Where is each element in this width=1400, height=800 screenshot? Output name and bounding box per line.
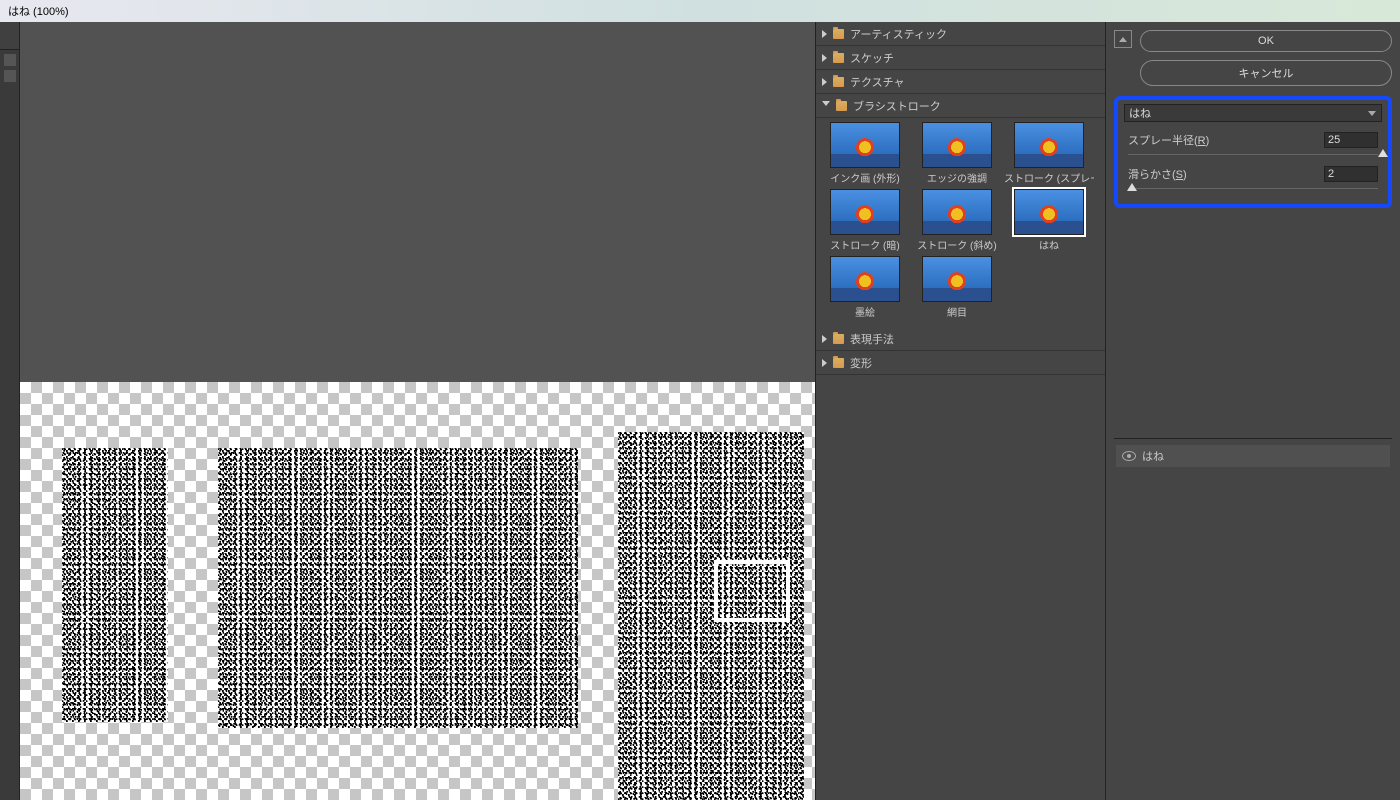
- filter-thumb[interactable]: ストローク (斜め): [912, 189, 1002, 252]
- category-row[interactable]: ブラシストローク: [816, 94, 1105, 118]
- expand-button[interactable]: [1114, 30, 1132, 48]
- filter-thumb[interactable]: ストローク (スプレー): [1004, 122, 1094, 185]
- category-label: ブラシストローク: [853, 98, 941, 114]
- window-title: はね (100%): [8, 6, 69, 18]
- category-label: 変形: [850, 355, 872, 371]
- layer-label: はね: [1142, 448, 1164, 464]
- settings-panel: OK キャンセル はね スプレー半径(R) 滑らかさ(S): [1105, 22, 1400, 800]
- category-label: スケッチ: [850, 50, 894, 66]
- left-rail: [0, 22, 20, 800]
- filter-thumb[interactable]: 網目: [912, 256, 1002, 319]
- folder-icon: [833, 29, 844, 39]
- category-row[interactable]: スケッチ: [816, 46, 1105, 70]
- ok-button[interactable]: OK: [1140, 30, 1392, 52]
- folder-icon: [833, 334, 844, 344]
- folder-icon: [833, 358, 844, 368]
- chevron-up-icon: [1119, 37, 1127, 42]
- category-row[interactable]: テクスチャ: [816, 70, 1105, 94]
- cancel-button[interactable]: キャンセル: [1140, 60, 1392, 86]
- category-row[interactable]: アーティスティック: [816, 22, 1105, 46]
- folder-icon: [836, 101, 847, 111]
- preview-shape: [62, 448, 168, 722]
- layer-row[interactable]: はね: [1116, 445, 1390, 467]
- filter-thumb[interactable]: はね: [1004, 189, 1094, 252]
- preview-shape: [714, 560, 790, 622]
- rail-btn[interactable]: [4, 54, 16, 66]
- spray-radius-slider[interactable]: [1118, 148, 1388, 160]
- spray-radius-input[interactable]: [1324, 132, 1378, 148]
- category-row[interactable]: 表現手法: [816, 327, 1105, 351]
- category-label: アーティスティック: [850, 26, 947, 42]
- filter-gallery: アーティスティック スケッチ テクスチャ ブラシストローク インク画 (外形) …: [815, 22, 1105, 800]
- preview-canvas: [20, 382, 815, 800]
- category-row[interactable]: 変形: [816, 351, 1105, 375]
- category-label: 表現手法: [850, 331, 894, 347]
- params-highlight: はね スプレー半径(R) 滑らかさ(S): [1114, 96, 1392, 208]
- folder-icon: [833, 77, 844, 87]
- filter-thumb[interactable]: インク画 (外形): [820, 122, 910, 185]
- disclosure-icon: [822, 78, 827, 86]
- titlebar: はね (100%): [0, 0, 1400, 22]
- disclosure-icon: [822, 101, 830, 110]
- visibility-icon[interactable]: [1122, 451, 1136, 461]
- filter-thumb[interactable]: ストローク (暗): [820, 189, 910, 252]
- rail-btn[interactable]: [4, 70, 16, 82]
- disclosure-icon: [822, 359, 827, 367]
- preview-panel[interactable]: [20, 22, 815, 800]
- category-label: テクスチャ: [850, 74, 905, 90]
- disclosure-icon: [822, 54, 827, 62]
- preview-shape: [218, 448, 578, 728]
- param-label: スプレー半径(R): [1128, 132, 1318, 148]
- disclosure-icon: [822, 335, 827, 343]
- effect-layers: はね: [1114, 438, 1392, 467]
- smoothness-input[interactable]: [1324, 166, 1378, 182]
- smoothness-slider[interactable]: [1118, 182, 1388, 194]
- folder-icon: [833, 53, 844, 63]
- filter-thumb-grid: インク画 (外形) エッジの強調 ストローク (スプレー) ストローク (暗) …: [816, 118, 1105, 327]
- filter-thumb[interactable]: 墨絵: [820, 256, 910, 319]
- filter-thumb[interactable]: エッジの強調: [912, 122, 1002, 185]
- filter-select[interactable]: はね: [1124, 104, 1382, 122]
- disclosure-icon: [822, 30, 827, 38]
- param-label: 滑らかさ(S): [1128, 166, 1318, 182]
